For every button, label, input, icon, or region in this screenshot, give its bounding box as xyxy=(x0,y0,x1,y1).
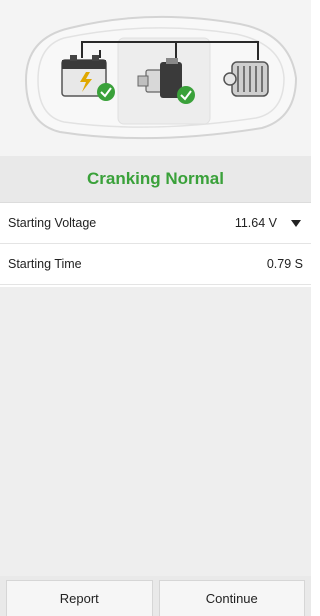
diagnostic-illustration xyxy=(0,0,311,156)
result-status-bar: Cranking Normal xyxy=(0,156,311,203)
battery-ok-icon xyxy=(97,83,115,101)
report-button[interactable]: Report xyxy=(6,580,153,616)
starting-time-value: 0.79 S xyxy=(266,257,303,271)
starting-voltage-label: Starting Voltage xyxy=(8,216,97,230)
dropdown-arrow-icon[interactable] xyxy=(291,219,301,227)
result-status-text: Cranking Normal xyxy=(87,169,224,188)
measurement-list: Starting Voltage 11.64 V Starting Time 0… xyxy=(0,203,311,285)
starter-ok-icon xyxy=(177,86,195,104)
starting-time-label: Starting Time xyxy=(8,257,82,271)
car-circuit-diagram xyxy=(24,15,298,140)
footer-bar: Report Continue xyxy=(0,576,311,616)
starting-voltage-row[interactable]: Starting Voltage 11.64 V xyxy=(0,203,311,244)
starting-time-row: Starting Time 0.79 S xyxy=(0,244,311,285)
continue-button[interactable]: Continue xyxy=(158,580,305,616)
starting-voltage-value: 11.64 V xyxy=(234,216,277,230)
content-area xyxy=(0,287,311,576)
